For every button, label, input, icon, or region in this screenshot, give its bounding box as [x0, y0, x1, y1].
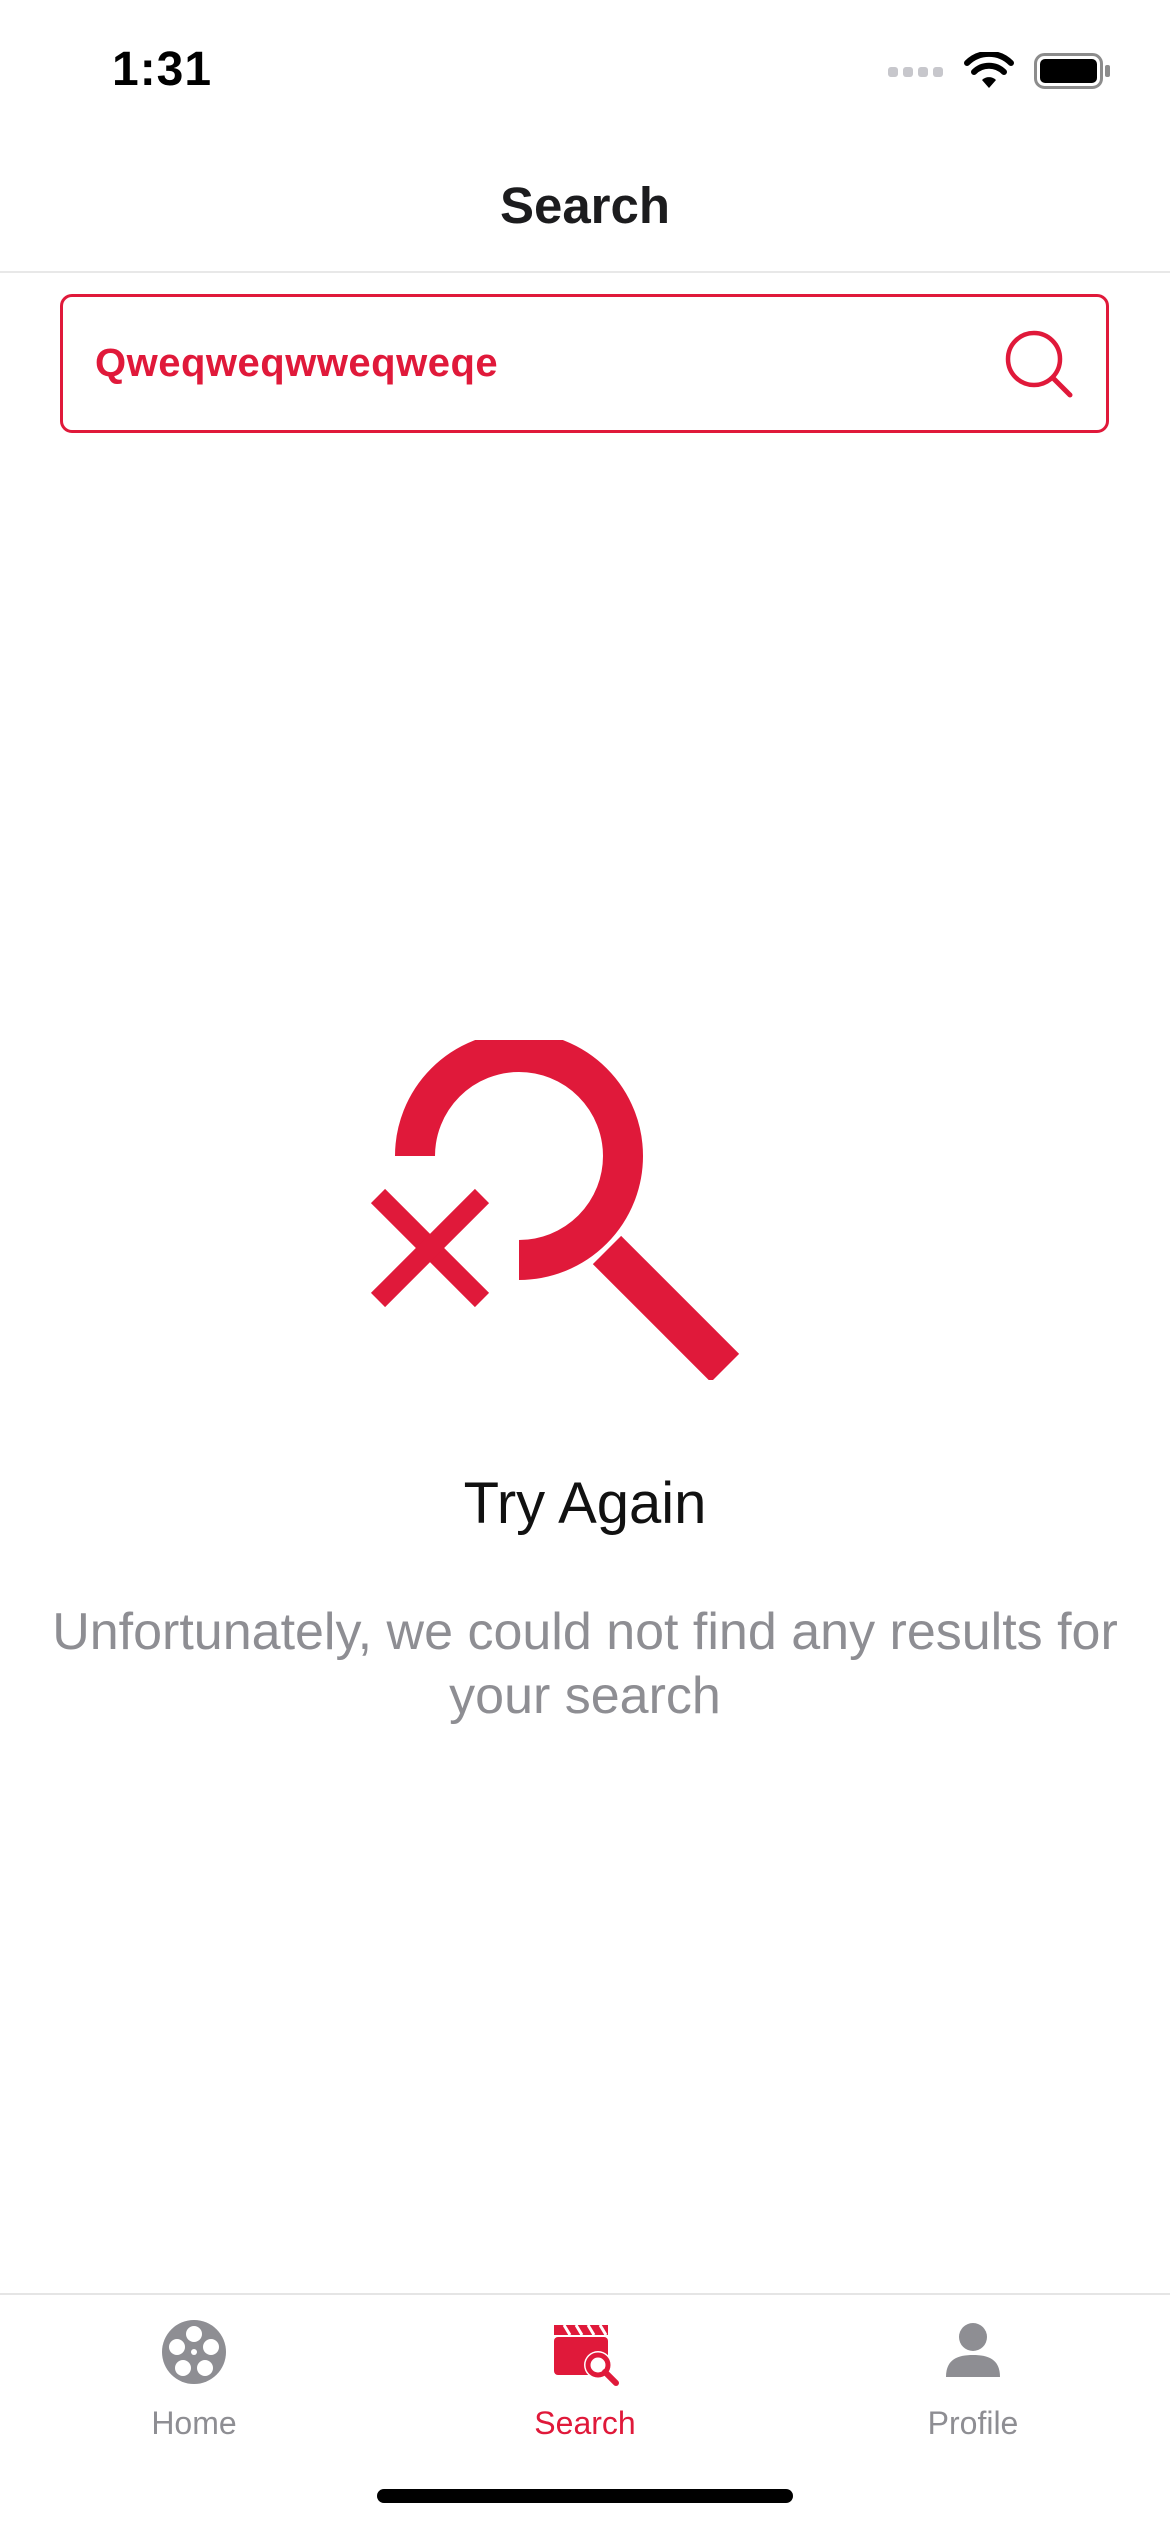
- battery-icon: [1034, 53, 1110, 89]
- search-input-value[interactable]: Qweqweqwweqweqe: [95, 297, 498, 430]
- page-title: Search: [499, 177, 671, 234]
- search-input[interactable]: Qweqweqwweqweqe: [60, 294, 1109, 433]
- search-screen: 1:31 Search Qweqweqwweqweqe Try Again Un…: [0, 0, 1170, 2532]
- status-icons: [888, 52, 1112, 90]
- tab-search-label: Search: [534, 2405, 636, 2441]
- tab-home-label: Home: [151, 2405, 237, 2441]
- person-icon: [946, 2323, 1000, 2377]
- empty-state-title: Try Again: [463, 1471, 707, 1536]
- clapperboard-search-icon: [554, 2324, 619, 2386]
- wifi-icon: [964, 52, 1014, 88]
- search-icon[interactable]: [1002, 327, 1076, 401]
- home-indicator: [377, 2489, 793, 2503]
- tab-profile-label: Profile: [927, 2405, 1019, 2441]
- no-results-search-icon: [370, 1040, 740, 1380]
- tab-profile[interactable]: Profile: [853, 2317, 1093, 2467]
- empty-state-message: Unfortunately, we could not find any res…: [52, 1603, 1118, 1725]
- status-bar: 1:31: [0, 0, 1170, 140]
- tab-search[interactable]: Search: [465, 2317, 705, 2467]
- status-time: 1:31: [112, 43, 213, 96]
- navigation-bar: Search: [0, 140, 1170, 273]
- cellular-signal-icon: [888, 67, 943, 77]
- film-reel-icon: [162, 2320, 226, 2384]
- tab-home[interactable]: Home: [74, 2317, 314, 2467]
